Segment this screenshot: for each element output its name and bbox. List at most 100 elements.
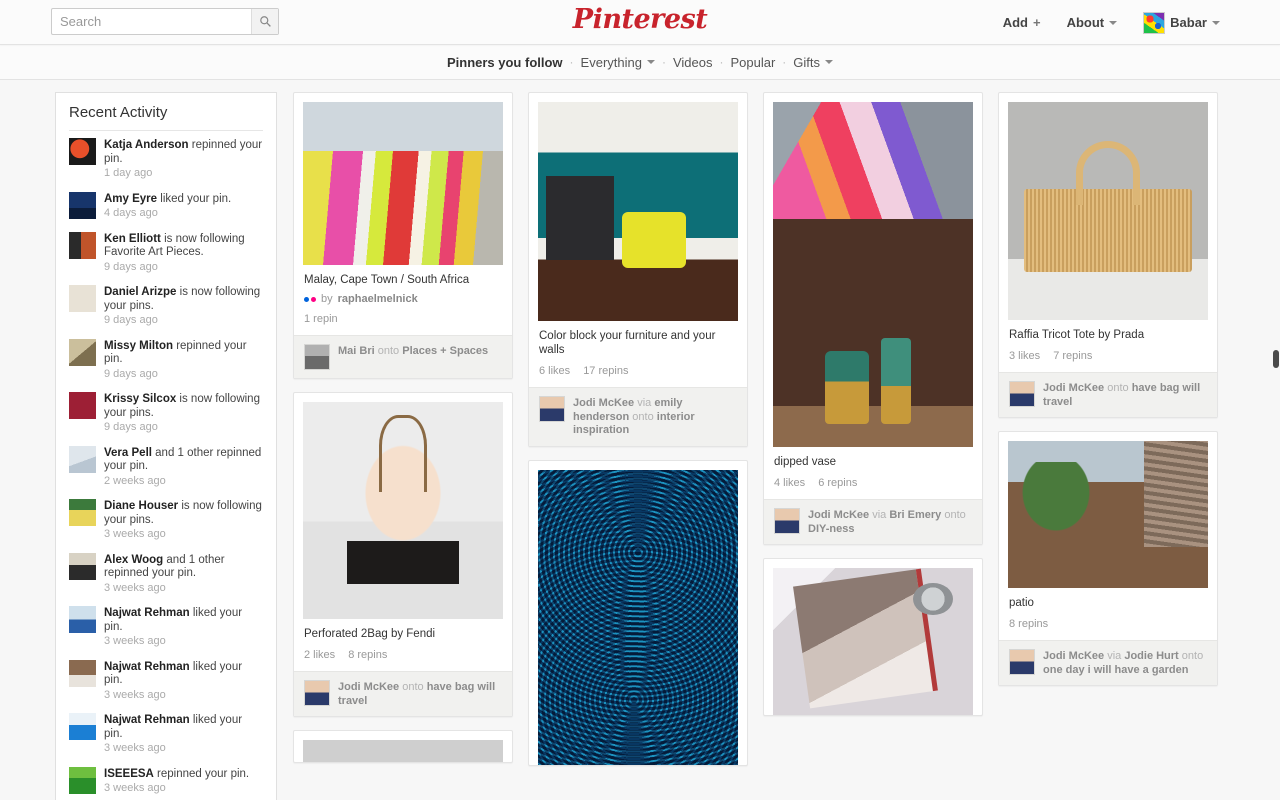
add-button[interactable]: Add + xyxy=(1003,15,1041,30)
pin-image-wrap[interactable] xyxy=(529,93,747,321)
avatar[interactable] xyxy=(69,445,96,473)
pin-image[interactable] xyxy=(538,469,738,765)
avatar[interactable] xyxy=(69,231,96,259)
activity-item[interactable]: Amy Eyre liked your pin. 4 days ago xyxy=(69,185,263,225)
pin-image-top[interactable] xyxy=(773,102,973,219)
pin-card[interactable]: Color block your furniture and your wall… xyxy=(528,92,748,447)
activity-user-name[interactable]: Diane Houser xyxy=(104,500,178,512)
pinner-name[interactable]: Jodi McKee xyxy=(1043,382,1104,394)
avatar[interactable] xyxy=(1009,649,1035,675)
activity-user-name[interactable]: Amy Eyre xyxy=(104,193,157,205)
pin-likes[interactable]: 2 likes xyxy=(304,649,335,661)
via-name[interactable]: Bri Emery xyxy=(889,509,941,521)
activity-item[interactable]: Missy Milton repinned your pin. 9 days ag… xyxy=(69,332,263,386)
avatar[interactable] xyxy=(69,713,96,740)
pinner-name[interactable]: Mai Bri xyxy=(338,345,375,357)
activity-user-name[interactable]: Najwat Rehman xyxy=(104,607,190,619)
pin-card[interactable]: Malay, Cape Town / South Africa by rapha… xyxy=(293,92,513,379)
avatar[interactable] xyxy=(69,766,96,794)
pin-image-wrap[interactable] xyxy=(999,432,1217,588)
avatar[interactable] xyxy=(304,344,330,370)
pin-card[interactable] xyxy=(763,558,983,716)
avatar[interactable] xyxy=(69,285,96,312)
pin-image-wrap[interactable] xyxy=(764,93,982,447)
pin-image-wrap[interactable] xyxy=(294,93,512,265)
activity-item[interactable]: Najwat Rehman liked your pin. 3 weeks ago xyxy=(69,653,263,707)
pin-image-wrap[interactable] xyxy=(529,461,747,765)
activity-user-name[interactable]: Katja Anderson xyxy=(104,139,189,151)
pin-image-wrap[interactable] xyxy=(294,393,512,619)
via-name[interactable]: Jodie Hurt xyxy=(1124,650,1178,662)
pin-likes[interactable]: 3 likes xyxy=(1009,350,1040,362)
avatar[interactable] xyxy=(1009,381,1035,407)
subnav-item-popular[interactable]: Popular xyxy=(730,55,775,70)
pin-image[interactable] xyxy=(303,740,503,762)
pin-repins[interactable]: 1 repin xyxy=(304,313,338,325)
pin-repins[interactable]: 8 repins xyxy=(348,649,387,661)
pin-image-wrap[interactable] xyxy=(294,731,512,762)
activity-item[interactable]: Najwat Rehman liked your pin. 3 weeks ago xyxy=(69,599,263,653)
avatar[interactable] xyxy=(69,499,96,526)
about-menu[interactable]: About xyxy=(1067,15,1118,30)
avatar[interactable] xyxy=(304,680,330,706)
pin-title[interactable]: Malay, Cape Town / South Africa xyxy=(304,273,502,287)
user-menu[interactable]: Babar xyxy=(1143,11,1220,34)
activity-user-name[interactable]: Krissy Silcox xyxy=(104,393,176,405)
pinner-name[interactable]: Jodi McKee xyxy=(338,681,399,693)
pin-image[interactable] xyxy=(773,568,973,715)
activity-user-name[interactable]: Alex Woog xyxy=(104,554,163,566)
pin-image[interactable] xyxy=(773,219,973,447)
avatar[interactable] xyxy=(69,338,96,366)
pin-repins[interactable]: 6 repins xyxy=(818,477,857,489)
pin-repins[interactable]: 7 repins xyxy=(1053,350,1092,362)
avatar[interactable] xyxy=(69,191,96,219)
board-name[interactable]: Places + Spaces xyxy=(402,345,488,357)
pinner-name[interactable]: Jodi McKee xyxy=(1043,650,1104,662)
avatar[interactable] xyxy=(69,392,96,419)
pin-title[interactable]: Color block your furniture and your wall… xyxy=(539,329,737,357)
subnav-item-everything[interactable]: Everything xyxy=(581,55,655,70)
pin-source[interactable]: by raphaelmelnick xyxy=(304,293,502,305)
activity-item[interactable]: Daniel Arizpe is now following your pins… xyxy=(69,278,263,332)
activity-user-name[interactable]: Vera Pell xyxy=(104,447,152,459)
activity-user-name[interactable]: ISEEESA xyxy=(104,768,154,780)
activity-item[interactable]: Diane Houser is now following your pins.… xyxy=(69,492,263,546)
pin-image[interactable] xyxy=(303,402,503,619)
activity-item[interactable]: Alex Woog and 1 other repinned your pin.… xyxy=(69,546,263,600)
activity-user-name[interactable]: Daniel Arizpe xyxy=(104,286,176,298)
pin-source-name[interactable]: raphaelmelnick xyxy=(338,293,418,305)
pin-likes[interactable]: 4 likes xyxy=(774,477,805,489)
activity-user-name[interactable]: Najwat Rehman xyxy=(104,714,190,726)
avatar[interactable] xyxy=(774,508,800,534)
activity-item[interactable]: ISEEESA repinned your pin. 3 weeks ago xyxy=(69,760,263,800)
pin-image-wrap[interactable] xyxy=(764,559,982,715)
pin-image[interactable] xyxy=(1008,102,1208,320)
activity-item[interactable]: Najwat Rehman liked your pin. 3 weeks ago xyxy=(69,706,263,760)
board-name[interactable]: one day i will have a garden xyxy=(1043,664,1189,676)
activity-user-name[interactable]: Najwat Rehman xyxy=(104,661,190,673)
avatar[interactable] xyxy=(69,606,96,633)
pin-card[interactable]: Raffia Tricot Tote by Prada 3 likes 7 re… xyxy=(998,92,1218,418)
activity-user-name[interactable]: Ken Elliott xyxy=(104,233,161,245)
board-name[interactable]: DIY-ness xyxy=(808,523,854,535)
pin-likes[interactable]: 6 likes xyxy=(539,365,570,377)
pin-card[interactable]: patio 8 repins Jodi McKee via Jodie Hurt… xyxy=(998,431,1218,686)
activity-item[interactable]: Ken Elliott is now following Favorite Ar… xyxy=(69,225,263,279)
activity-item[interactable]: Vera Pell and 1 other repinned your pin.… xyxy=(69,439,263,493)
pin-title[interactable]: dipped vase xyxy=(774,455,972,469)
subnav-item-pinners-you-follow[interactable]: Pinners you follow xyxy=(447,55,563,70)
pin-card[interactable]: dipped vase 4 likes 6 repins Jodi McKee … xyxy=(763,92,983,545)
page-scrollbar[interactable] xyxy=(1273,350,1279,368)
pin-image[interactable] xyxy=(303,102,503,265)
pin-title[interactable]: Perforated 2Bag by Fendi xyxy=(304,627,502,641)
avatar[interactable] xyxy=(69,659,96,687)
subnav-item-videos[interactable]: Videos xyxy=(673,55,713,70)
pin-repins[interactable]: 17 repins xyxy=(583,365,628,377)
pin-card[interactable] xyxy=(528,459,748,766)
avatar[interactable] xyxy=(539,396,565,422)
activity-item[interactable]: Krissy Silcox is now following your pins… xyxy=(69,385,263,439)
avatar[interactable] xyxy=(69,138,96,165)
pin-image[interactable] xyxy=(538,102,738,321)
pin-image-wrap[interactable] xyxy=(999,93,1217,320)
subnav-item-gifts[interactable]: Gifts xyxy=(793,55,834,70)
